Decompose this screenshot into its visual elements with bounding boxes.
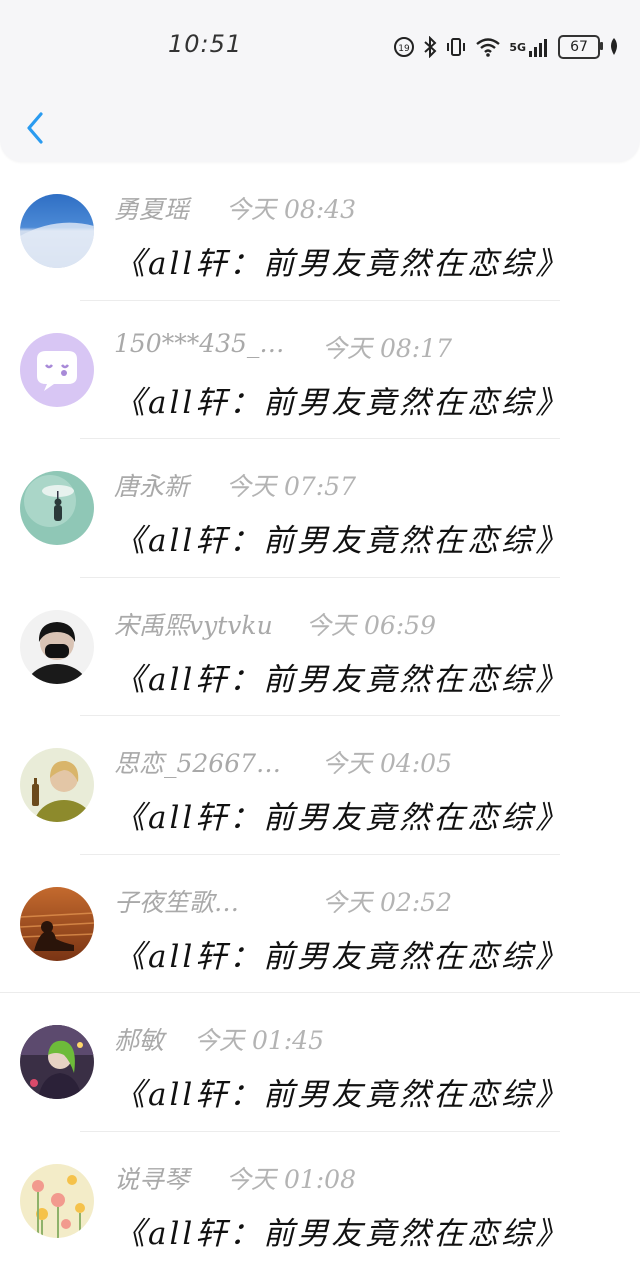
message-text: 《all轩：前男友竟然在恋综》	[114, 1077, 570, 1113]
sender-name: 150***435_…	[114, 328, 285, 358]
bluetooth-icon	[423, 36, 437, 58]
message-time: 今天 08:43	[226, 195, 356, 224]
avatar[interactable]	[20, 1025, 94, 1099]
alarm-icon: 19	[393, 36, 415, 58]
message-text: 《all轩：前男友竟然在恋综》	[114, 1215, 570, 1252]
avatar[interactable]	[20, 609, 94, 684]
sender-name: 勇夏瑶	[114, 195, 190, 224]
wifi-icon	[475, 36, 501, 58]
list-item[interactable]: 说寻琴 今天 01:08 《all轩：前男友竟然在恋综》	[0, 1132, 640, 1271]
list-item[interactable]: 150***435_… 今天 08:17 《all轩：前男友竟然在恋综》	[0, 301, 640, 439]
message-text: 《all轩：前男友竟然在恋综》	[114, 523, 570, 559]
status-icons: 19 5G 67	[393, 30, 620, 64]
avatar[interactable]	[20, 194, 94, 268]
vibrate-icon	[445, 36, 467, 58]
list-item[interactable]: 宋禹熙vytvku 今天 06:59 《all轩：前男友竟然在恋综》	[0, 578, 640, 716]
message-time: 今天 01:45	[194, 1026, 324, 1055]
sender-name: 说寻琴	[114, 1164, 190, 1194]
message-time: 今天 06:59	[306, 610, 436, 640]
back-button[interactable]	[18, 106, 52, 150]
message-text: 《all轩：前男友竟然在恋综》	[114, 938, 570, 975]
sender-name: 唐永新	[114, 472, 190, 501]
message-time: 今天 01:08	[226, 1164, 356, 1194]
battery-icon: 67	[558, 35, 603, 59]
chevron-left-icon	[27, 112, 43, 144]
svg-text:19: 19	[399, 44, 411, 54]
leaf-icon	[608, 37, 620, 57]
sender-name: 宋禹熙vytvku	[114, 610, 273, 640]
message-list: 勇夏瑶 今天 08:43 《all轩：前男友竟然在恋综》 150***435_……	[0, 162, 640, 1270]
message-time: 今天 04:05	[322, 749, 452, 778]
list-item[interactable]: 郝敏 今天 01:45 《all轩：前男友竟然在恋综》	[0, 993, 640, 1132]
avatar[interactable]	[20, 332, 94, 407]
list-item[interactable]: 思恋_52667… 今天 04:05 《all轩：前男友竟然在恋综》	[0, 716, 640, 855]
message-text: 《all轩：前男友竟然在恋综》	[114, 246, 570, 282]
message-time: 今天 02:52	[322, 887, 452, 917]
sender-name: 思恋_52667…	[114, 749, 282, 778]
signal-icon: 5G	[509, 37, 550, 57]
top-bar	[0, 0, 640, 162]
message-time: 今天 07:57	[226, 472, 356, 501]
message-text: 《all轩：前男友竟然在恋综》	[114, 384, 570, 421]
list-item[interactable]: 勇夏瑶 今天 08:43 《all轩：前男友竟然在恋综》	[0, 162, 640, 301]
list-item[interactable]: 唐永新 今天 07:57 《all轩：前男友竟然在恋综》	[0, 439, 640, 578]
status-time: 10:51	[168, 30, 243, 58]
avatar[interactable]	[20, 471, 94, 545]
list-item[interactable]: 子夜笙歌… 今天 02:52 《all轩：前男友竟然在恋综》	[0, 855, 640, 993]
sender-name: 郝敏	[114, 1026, 165, 1055]
avatar[interactable]	[20, 748, 94, 822]
message-time: 今天 08:17	[322, 333, 452, 363]
avatar[interactable]	[20, 1163, 94, 1238]
message-text: 《all轩：前男友竟然在恋综》	[114, 661, 570, 698]
network-type: 5G	[509, 40, 526, 54]
avatar[interactable]	[20, 886, 94, 961]
message-text: 《all轩：前男友竟然在恋综》	[114, 800, 570, 836]
sender-name: 子夜笙歌…	[114, 887, 240, 917]
